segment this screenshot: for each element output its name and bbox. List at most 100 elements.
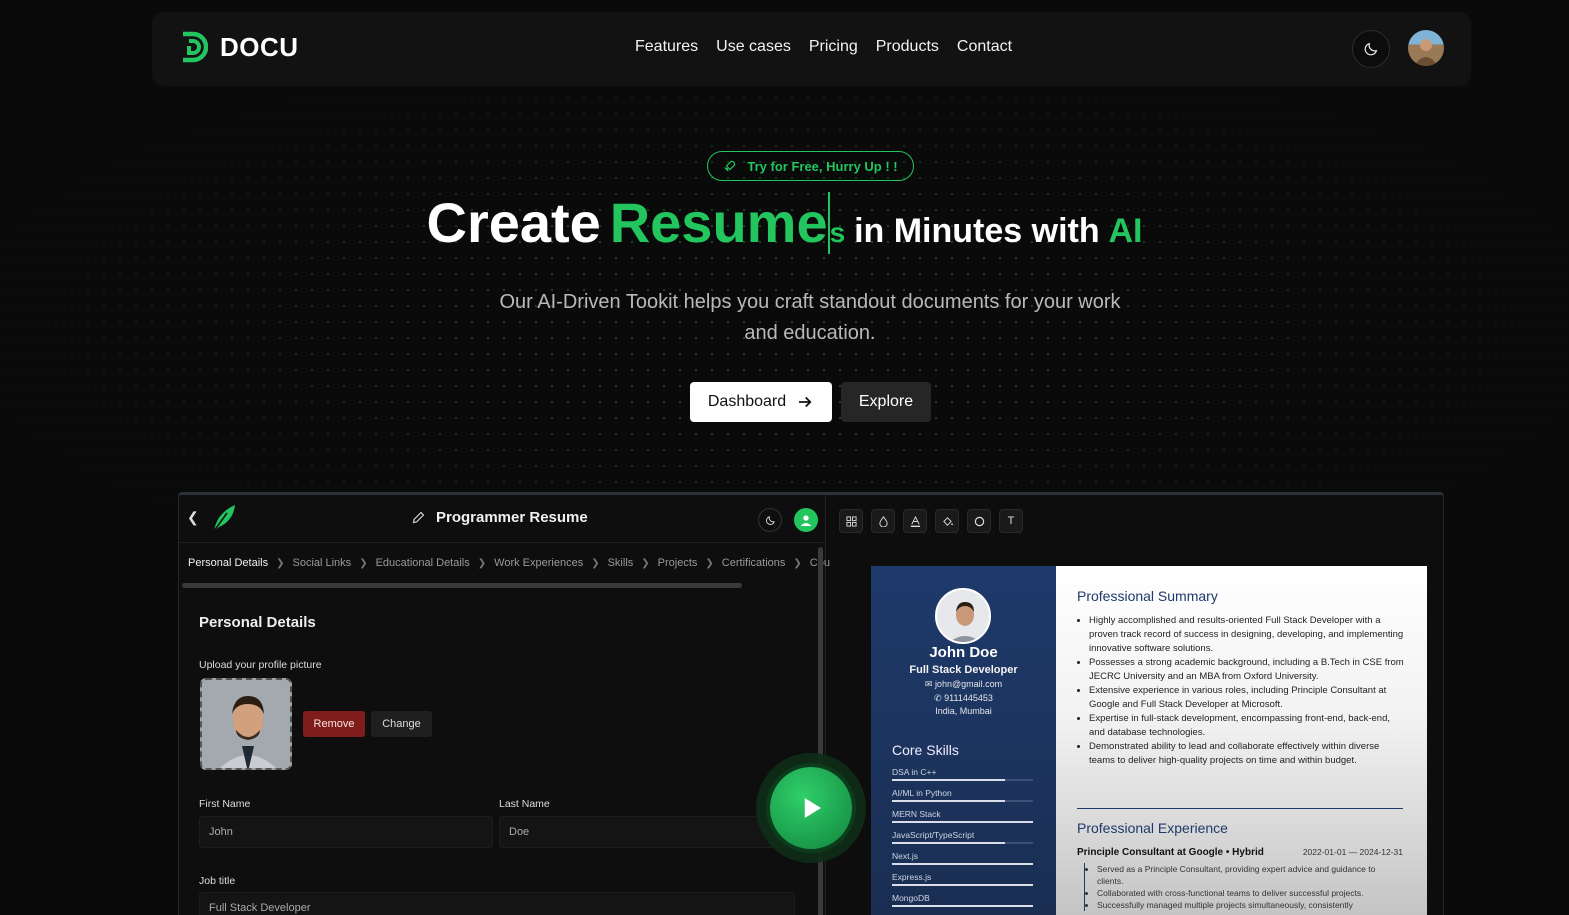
skill-bar <box>892 863 1033 865</box>
nav-link-products[interactable]: Products <box>876 38 939 56</box>
crumb-social-links[interactable]: Social Links <box>292 557 351 569</box>
user-icon <box>800 515 812 526</box>
resume-photo <box>935 588 991 644</box>
brand-logo[interactable]: DOCU <box>180 30 299 64</box>
font-icon[interactable]: T <box>999 509 1023 533</box>
chevron-right-icon: ❯ <box>641 557 650 569</box>
resume-email-text: john@gmail.com <box>934 679 1003 689</box>
crumb-certifications[interactable]: Certifications <box>722 557 786 569</box>
skill-bar <box>892 779 1033 781</box>
skill-bar <box>892 905 1033 907</box>
skill-name: MongoDB <box>892 893 930 903</box>
play-icon <box>804 798 821 818</box>
user-avatar[interactable] <box>1408 30 1444 66</box>
chevron-right-icon: ❯ <box>591 557 600 569</box>
resume-job-title: Principle Consultant at Google • Hybrid <box>1077 847 1264 858</box>
play-video-button[interactable] <box>770 767 852 849</box>
resume-preview: John Doe Full Stack Developer ✉ john@gma… <box>871 566 1427 915</box>
chevron-right-icon: ❯ <box>359 557 368 569</box>
hero-title-create: Create <box>426 191 601 254</box>
hero-title-rest: in Minutes with <box>854 212 1100 250</box>
skill-bar-fill <box>892 863 1033 865</box>
job-title-field[interactable]: Full Stack Developer <box>199 892 795 915</box>
nav-link-use-cases[interactable]: Use cases <box>716 38 791 56</box>
resume-job-dates: 2022-01-01 — 2024-12-31 <box>1302 847 1403 857</box>
document-title[interactable]: Programmer Resume <box>411 509 588 526</box>
section-breadcrumb: Personal Details ❯ Social Links ❯ Educatio… <box>188 557 830 569</box>
summary-item: Extensive experience in various roles, i… <box>1089 684 1407 712</box>
change-photo-button[interactable]: Change <box>371 711 432 737</box>
first-name-field[interactable]: John <box>199 816 493 848</box>
summary-item: Highly accomplished and results-oriented… <box>1089 614 1407 656</box>
job-point: Successfully managed multiple projects s… <box>1097 899 1404 911</box>
skill-name: DSA in C++ <box>892 767 937 777</box>
hero-title-ai: AI <box>1108 212 1143 250</box>
nav-links: Features Use cases Pricing Products Cont… <box>635 38 1012 56</box>
resume-experience-title: Professional Experience <box>1077 820 1228 836</box>
nav-link-pricing[interactable]: Pricing <box>809 38 858 56</box>
nav-link-features[interactable]: Features <box>635 38 698 56</box>
resume-name: John Doe <box>929 644 998 661</box>
summary-item: Possesses a strong academic background, … <box>1089 656 1407 684</box>
horizontal-scrollbar[interactable] <box>182 583 742 588</box>
chevron-right-icon: ❯ <box>705 557 714 569</box>
dashboard-button-label: Dashboard <box>707 393 787 410</box>
section-title: Personal Details <box>199 614 316 631</box>
skill-item: Express.js <box>892 872 1033 886</box>
resume-divider <box>1077 808 1403 809</box>
crumb-educational-details[interactable]: Educational Details <box>376 557 470 569</box>
back-chevron-icon[interactable]: ❮ <box>187 509 199 526</box>
resume-phone: ✆ 9111445453 <box>871 693 1056 704</box>
document-title-text: Programmer Resume <box>436 509 588 526</box>
last-name-field[interactable]: Doe <box>499 816 795 848</box>
skill-item: DSA in C++ <box>892 767 1033 781</box>
crumb-skills[interactable]: Skills <box>608 557 634 569</box>
resume-phone-text: 9111445453 <box>944 693 993 703</box>
skill-bar-fill <box>892 884 1033 886</box>
chevron-right-icon: ❯ <box>276 557 285 569</box>
fill-icon[interactable] <box>935 509 959 533</box>
skill-name: JavaScript/TypeScript <box>892 830 975 840</box>
nav-link-contact[interactable]: Contact <box>957 38 1012 56</box>
skill-bar-fill <box>892 842 1005 844</box>
resume-job-points: Served as a Principle Consultant, provid… <box>1084 863 1404 911</box>
summary-item: Demonstrated ability to lead and collabo… <box>1089 740 1407 768</box>
resume-summary-list: Highly accomplished and results-oriented… <box>1077 614 1407 768</box>
theme-toggle-button[interactable] <box>1352 30 1390 68</box>
explore-button-label: Explore <box>858 393 914 410</box>
navbar: DOCU Features Use cases Pricing Products… <box>152 12 1471 86</box>
profile-photo-image <box>202 680 290 768</box>
chevron-right-icon: ❯ <box>477 557 487 569</box>
resume-job-row: Principle Consultant at Google • Hybrid … <box>1077 847 1403 858</box>
hero-title-typed-word: Resume <box>609 191 828 254</box>
skill-bar <box>892 884 1033 886</box>
circle-icon[interactable] <box>967 509 991 533</box>
remove-photo-button[interactable]: Remove <box>303 711 365 737</box>
upload-label: Upload your profile picture <box>199 659 322 671</box>
promo-badge-text: Try for Free, Hurry Up ! ! <box>747 158 898 174</box>
crumb-work-experiences[interactable]: Work Experiences <box>494 557 583 569</box>
crumb-projects[interactable]: Projects <box>658 557 698 569</box>
resume-skills-title: Core Skills <box>892 742 959 758</box>
skill-bar-fill <box>892 800 1005 802</box>
text-color-icon[interactable] <box>903 509 927 533</box>
dashboard-button[interactable]: Dashboard <box>690 382 832 422</box>
resume-photo-image <box>937 590 989 642</box>
promo-badge[interactable]: Try for Free, Hurry Up ! ! <box>707 151 914 181</box>
rocket-icon <box>724 160 736 172</box>
resume-summary-title: Professional Summary <box>1077 588 1218 604</box>
editor-theme-toggle[interactable] <box>758 508 782 532</box>
preview-toolbar: T <box>839 509 1023 533</box>
skill-name: Next.js <box>892 851 918 861</box>
crumb-personal-details[interactable]: Personal Details <box>188 557 268 569</box>
grid-icon[interactable] <box>839 509 863 533</box>
editor-user-avatar[interactable] <box>794 508 818 532</box>
drop-icon[interactable] <box>871 509 895 533</box>
profile-photo[interactable] <box>200 678 292 770</box>
hero-subtitle: Our AI-Driven Tookit helps you craft sta… <box>499 291 1121 344</box>
feather-logo-icon <box>213 505 235 532</box>
resume-email: ✉ john@gmail.com <box>871 679 1056 690</box>
editor-panel: ❮ Programmer Resume Personal Details ❯ S… <box>179 495 830 915</box>
skill-item: JavaScript/TypeScript <box>892 830 1033 844</box>
explore-button[interactable]: Explore <box>841 382 931 422</box>
